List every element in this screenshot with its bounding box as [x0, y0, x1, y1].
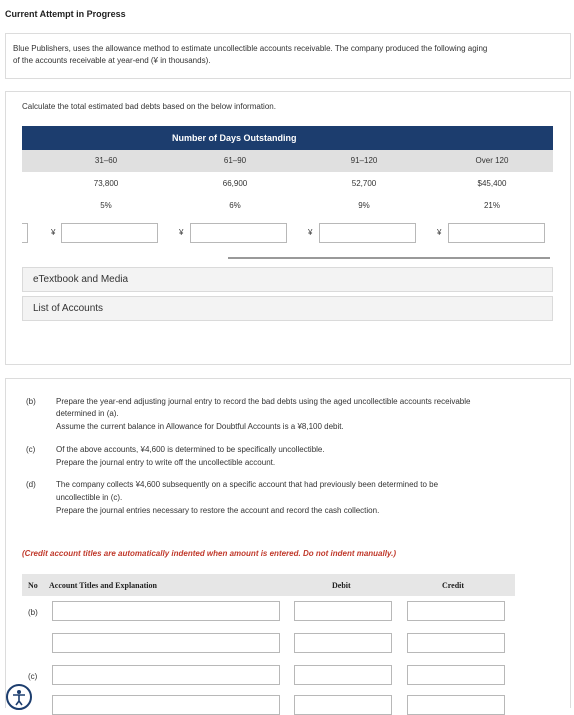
pct-61-90: 6%: [229, 201, 241, 210]
part-d-line-3: Prepare the journal entries necessary to…: [56, 506, 380, 515]
problem-intro-line-1: Blue Publishers, uses the allowance meth…: [13, 44, 488, 53]
column-label-61-90: 61–90: [223, 156, 247, 165]
column-label-31-60: 31–60: [94, 156, 118, 165]
journal-row-no: (b): [28, 608, 38, 617]
bad-debt-input-91-120[interactable]: [319, 223, 416, 243]
journal-col-debit: Debit: [332, 581, 351, 590]
part-d-line-2: uncollectible in (c).: [56, 493, 123, 502]
total-underline: [228, 257, 550, 259]
aging-table-title: Number of Days Outstanding: [172, 133, 297, 143]
part-d-line-1: The company collects ¥4,600 subsequently…: [56, 480, 439, 489]
list-of-accounts-link[interactable]: List of Accounts: [22, 296, 553, 321]
journal-debit-input[interactable]: [294, 695, 392, 715]
yen-sign-1: ¥: [51, 228, 56, 237]
journal-debit-input[interactable]: [294, 665, 392, 685]
journal-row-no: (c): [28, 672, 38, 681]
journal-account-input[interactable]: [52, 633, 280, 653]
amount-31-60: 73,800: [93, 179, 119, 188]
yen-sign-3: ¥: [308, 228, 313, 237]
aging-table-header: Number of Days Outstanding: [22, 126, 553, 150]
part-b-label: (b): [26, 397, 36, 406]
part-a-instruction: Calculate the total estimated bad debts …: [22, 102, 276, 111]
problem-statement-box: Blue Publishers, uses the allowance meth…: [5, 33, 571, 79]
part-d-label: (d): [26, 480, 36, 489]
indent-note: (Credit account titles are automatically…: [22, 549, 396, 558]
etextbook-media-link[interactable]: eTextbook and Media: [22, 267, 553, 292]
journal-credit-input[interactable]: [407, 695, 505, 715]
leftover-input-edge: [22, 223, 28, 243]
part-b-line-3: Assume the current balance in Allowance …: [56, 422, 344, 431]
pct-over-120: 21%: [483, 201, 500, 210]
journal-debit-input[interactable]: [294, 601, 392, 621]
journal-account-input[interactable]: [52, 695, 280, 715]
journal-account-input[interactable]: [52, 601, 280, 621]
part-a-box: Calculate the total estimated bad debts …: [5, 91, 571, 365]
amount-91-120: 52,700: [351, 179, 377, 188]
page-title: Current Attempt in Progress: [5, 9, 126, 19]
journal-entry-box: (b) Prepare the year-end adjusting journ…: [5, 378, 571, 715]
bad-debt-input-31-60[interactable]: [61, 223, 158, 243]
journal-credit-input[interactable]: [407, 601, 505, 621]
accessibility-icon: [13, 690, 25, 706]
amount-61-90: 66,900: [222, 179, 248, 188]
amount-over-120: $45,400: [477, 179, 507, 188]
yen-sign-4: ¥: [437, 228, 442, 237]
column-label-91-120: 91–120: [350, 156, 378, 165]
journal-col-no: No: [28, 581, 38, 590]
part-b-line-1: Prepare the year-end adjusting journal e…: [56, 397, 471, 406]
column-label-over-120: Over 120: [475, 156, 509, 165]
part-c-line-1: Of the above accounts, ¥4,600 is determi…: [56, 445, 325, 454]
journal-col-account: Account Titles and Explanation: [49, 581, 157, 590]
problem-intro-line-2: of the accounts receivable at year-end (…: [13, 56, 211, 65]
bad-debt-input-61-90[interactable]: [190, 223, 287, 243]
journal-credit-input[interactable]: [407, 665, 505, 685]
part-c-line-2: Prepare the journal entry to write off t…: [56, 458, 276, 467]
pct-31-60: 5%: [100, 201, 112, 210]
journal-debit-input[interactable]: [294, 633, 392, 653]
part-c-label: (c): [26, 445, 36, 454]
journal-credit-input[interactable]: [407, 633, 505, 653]
yen-sign-2: ¥: [179, 228, 184, 237]
accessibility-button[interactable]: [6, 684, 32, 710]
bad-debt-input-over-120[interactable]: [448, 223, 545, 243]
pct-91-120: 9%: [358, 201, 370, 210]
journal-col-credit: Credit: [442, 581, 465, 590]
part-b-line-2: determined in (a).: [56, 409, 119, 418]
journal-account-input[interactable]: [52, 665, 280, 685]
